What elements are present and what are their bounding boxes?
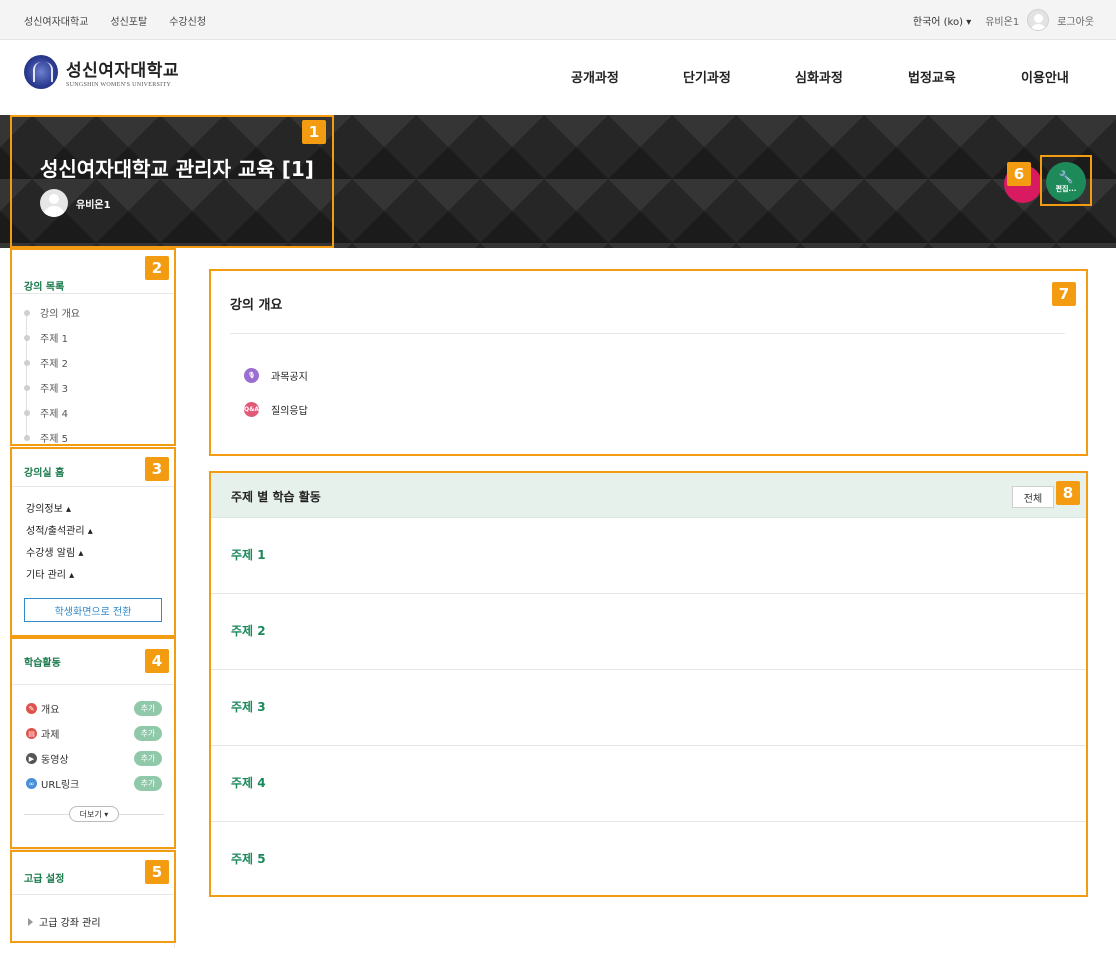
top-link-sungshin[interactable]: 성신여자대학교 [24,13,88,28]
menu-course-info[interactable]: 강의정보 ▴ [26,496,93,518]
activities-title: 학습활동 [24,658,61,669]
overview-title: 강의 개요 [230,298,283,313]
nav-advanced-courses[interactable]: 심화과정 [795,67,843,86]
course-item-topic-1[interactable]: 주제 1 [24,325,80,350]
topic-row: 주제 2 [211,594,1086,670]
nav-statutory-education[interactable]: 법정교육 [908,67,956,86]
course-hero-banner: 성신여자대학교 관리자 교육 [1] 유비온1 🔧 편집... [0,115,1116,248]
course-item-topic-3[interactable]: 주제 3 [24,375,80,400]
annotation-badge-8: 8 [1056,481,1080,505]
more-activities: 더보기 ▾ [24,806,164,822]
topic-row: 주제 1 [211,518,1086,594]
top-utility-bar: 성신여자대학교 성신포탈 수강신청 한국어 (ko) ▾ 유비온1 로그아웃 [0,0,1116,40]
add-assignment-button[interactable]: 추가 [134,726,162,741]
top-links: 성신여자대학교 성신포탈 수강신청 [24,0,206,40]
overview-item-qna[interactable]: Q&A 질의응답 [244,402,308,417]
language-select[interactable]: 한국어 (ko) ▾ [913,13,971,28]
topic-1-link[interactable]: 주제 1 [231,546,266,563]
pencil-icon: ✎ [26,703,37,714]
instructor-avatar-icon [40,189,68,217]
top-link-registration[interactable]: 수강신청 [169,13,206,28]
wrench-icon: 🔧 [1058,169,1074,184]
university-logo[interactable]: 성신여자대학교 SUNGSHIN WOMEN'S UNIVERSITY [24,55,179,89]
nav-short-courses[interactable]: 단기과정 [683,67,731,86]
topic-2-link[interactable]: 주제 2 [231,622,266,639]
left-sidebar: 강의 목록 강의 개요 주제 1 주제 2 주제 3 주제 4 주제 5 강의실… [10,248,175,948]
annotation-box-7 [209,269,1088,456]
annotation-badge-1: 1 [302,120,326,144]
classroom-home-title: 강의실 홈 [24,468,65,479]
course-instructor: 유비온1 [40,189,111,217]
annotation-badge-7: 7 [1052,282,1076,306]
expand-all-button[interactable]: 전체 [1012,486,1054,508]
logo-name-ko: 성신여자대학교 [66,61,179,81]
nav-open-courses[interactable]: 공개과정 [571,67,619,86]
course-item-topic-4[interactable]: 주제 4 [24,400,80,425]
qna-icon: Q&A [244,402,259,417]
add-overview-button[interactable]: 추가 [134,701,162,716]
course-list-title: 강의 목록 [24,282,65,293]
add-video-button[interactable]: 추가 [134,751,162,766]
course-title: 성신여자대학교 관리자 교육 [1] [40,157,314,181]
site-header: 성신여자대학교 SUNGSHIN WOMEN'S UNIVERSITY 공개과정… [0,41,1116,115]
annotation-badge-3: 3 [145,457,169,481]
topic-3-link[interactable]: 주제 3 [231,698,266,715]
annotation-badge-2: 2 [145,256,169,280]
user-avatar-icon[interactable] [1027,9,1050,31]
top-link-portal[interactable]: 성신포탈 [110,13,147,28]
nav-help[interactable]: 이용안내 [1021,67,1069,86]
more-button[interactable]: 더보기 ▾ [69,806,119,822]
logo-name-en: SUNGSHIN WOMEN'S UNIVERSITY [66,82,172,88]
edit-button-label: 편집... [1055,184,1077,193]
microphone-icon: 🎙 [244,368,259,383]
course-list: 강의 개요 주제 1 주제 2 주제 3 주제 4 주제 5 [24,300,80,450]
topic-row: 주제 5 [211,822,1086,898]
advanced-course-management[interactable]: 고급 강좌 관리 [28,914,101,929]
logo-emblem-icon [24,55,58,89]
activity-video: ▶ 동영상 추가 [26,746,162,771]
activity-overview: ✎ 개요 추가 [26,696,162,721]
edit-button[interactable]: 🔧 편집... [1046,162,1086,202]
annotation-badge-4: 4 [145,649,169,673]
instructor-name: 유비온1 [76,199,111,211]
play-icon: ▶ [26,753,37,764]
assignment-icon: ▤ [26,728,37,739]
activity-url-link: ∞ URL링크 추가 [26,771,162,796]
menu-grades-attendance[interactable]: 성적/출석관리 ▴ [26,518,93,540]
course-item-overview[interactable]: 강의 개요 [24,300,80,325]
classroom-home-menu: 강의정보 ▴ 성적/출석관리 ▴ 수강생 알림 ▴ 기타 관리 ▴ [26,496,93,584]
topics-title: 주제 별 학습 활동 [231,490,321,504]
logout-link[interactable]: 로그아웃 [1057,13,1094,28]
menu-student-notifications[interactable]: 수강생 알림 ▴ [26,540,93,562]
course-item-topic-2[interactable]: 주제 2 [24,350,80,375]
topics-header: 주제 별 학습 활동 [211,473,1086,518]
add-url-link-button[interactable]: 추가 [134,776,162,791]
topic-row: 주제 3 [211,670,1086,746]
annotation-badge-5: 5 [145,860,169,884]
activity-list: ✎ 개요 추가 ▤ 과제 추가 ▶ 동영상 추가 ∞ URL링크 추가 [26,696,162,796]
topic-row: 주제 4 [211,746,1086,822]
link-icon: ∞ [26,778,37,789]
triangle-right-icon [28,917,33,926]
activity-assignment: ▤ 과제 추가 [26,721,162,746]
annotation-badge-6: 6 [1007,162,1031,186]
advanced-settings-title: 고급 설정 [24,874,65,885]
switch-to-student-view-button[interactable]: 학생화면으로 전환 [24,598,162,622]
topic-5-link[interactable]: 주제 5 [231,850,266,867]
overview-item-notice[interactable]: 🎙 과목공지 [244,368,308,383]
menu-other-management[interactable]: 기타 관리 ▴ [26,562,93,584]
top-username[interactable]: 유비온1 [985,13,1019,28]
top-user-area: 한국어 (ko) ▾ 유비온1 로그아웃 [913,0,1094,40]
course-item-topic-5[interactable]: 주제 5 [24,425,80,450]
topic-4-link[interactable]: 주제 4 [231,774,266,791]
